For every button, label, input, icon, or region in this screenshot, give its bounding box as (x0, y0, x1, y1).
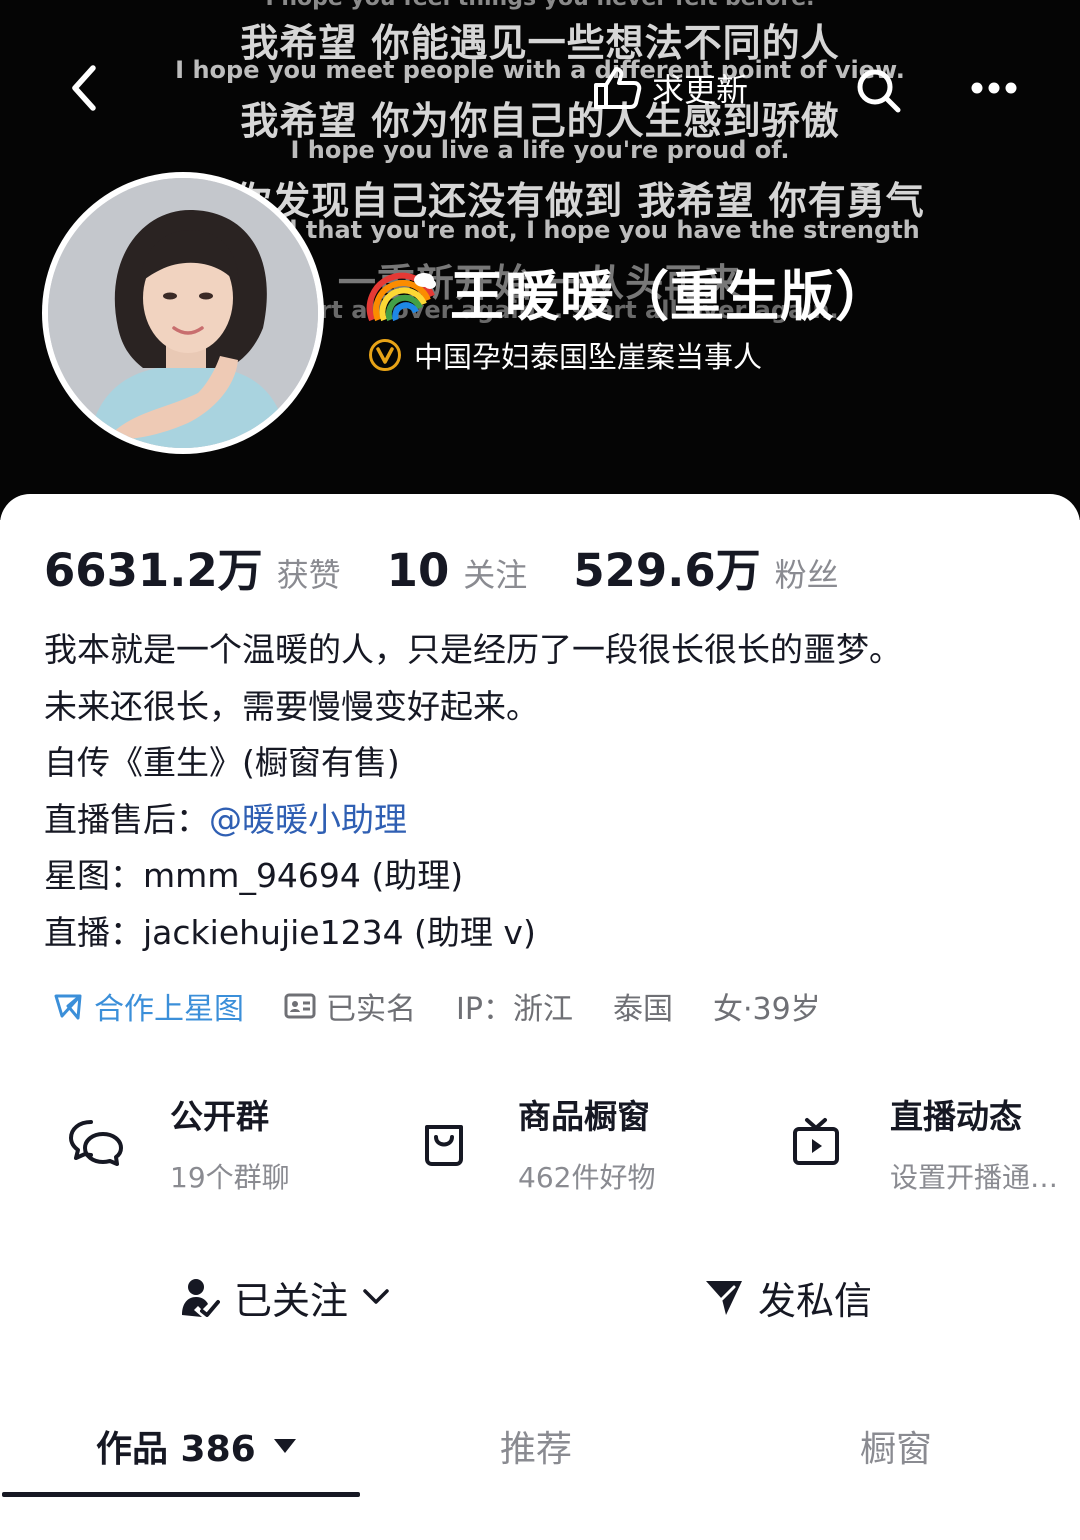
profile-bio: 我本就是一个温暖的人，只是经历了一段很长很长的噩梦。 未来还很长，需要慢慢变好起… (44, 622, 1054, 961)
more-dots-icon (971, 82, 1017, 94)
xingtu-cooperation-label: 合作上星图 (94, 992, 244, 1027)
tab-recommend[interactable]: 推荐 (500, 1406, 572, 1486)
likes-count[interactable]: 6631.2万 (44, 534, 263, 599)
bio-aftersales-label: 直播售后： (44, 799, 209, 839)
live-updates-subtitle: 设置开播通… (890, 1161, 1059, 1194)
public-group-entry[interactable]: 公开群 19个群聊 (66, 1090, 290, 1200)
id-card-icon (284, 993, 316, 1019)
profile-name: 王暖暖（重生版） (450, 265, 890, 328)
profile-name-row: 王暖暖（重生版） (366, 252, 890, 331)
send-message-button[interactable]: 发私信 (704, 1264, 872, 1330)
followers-count[interactable]: 529.6万 (573, 534, 760, 599)
verification-row: 中国孕妇泰国坠崖案当事人 (368, 334, 762, 376)
avatar-image (48, 178, 318, 448)
avatar[interactable] (42, 172, 324, 454)
assistant-mention-link[interactable]: @暖暖小助理 (209, 800, 407, 839)
public-group-title: 公开群 (170, 1097, 269, 1136)
product-showcase-entry[interactable]: 商品橱窗 462件好物 (414, 1090, 655, 1200)
chevron-down-icon (363, 1289, 389, 1304)
bio-line: 未来还很长，需要慢慢变好起来。 (44, 686, 539, 726)
profile-tags: 合作上星图 已实名 IP：浙江 泰国 女·39岁 (52, 984, 861, 1028)
search-button[interactable] (848, 60, 908, 120)
request-update-label: 求更新 (652, 71, 749, 109)
tab-works-label: 作品 386 (96, 1429, 256, 1470)
banner-text-line: I hope you meet people with a different … (175, 56, 905, 84)
bio-line: 直播售后：@暖暖小助理 (44, 792, 1054, 849)
send-arrow-icon (706, 1281, 742, 1315)
verification-text: 中国孕妇泰国坠崖案当事人 (414, 340, 763, 374)
ip-location-tag: IP：浙江 (456, 984, 573, 1028)
verified-v-icon (369, 339, 401, 371)
xingtu-star-icon (54, 994, 82, 1020)
realname-label: 已实名 (326, 992, 416, 1027)
search-icon (857, 69, 901, 113)
thumbs-up-icon (594, 67, 642, 109)
product-showcase-title: 商品橱窗 (518, 1097, 650, 1136)
xingtu-cooperation-tag[interactable]: 合作上星图 (52, 984, 244, 1028)
gender-age-label: 女·39岁 (712, 992, 821, 1027)
followed-button[interactable]: 已关注 (180, 1264, 390, 1330)
followers-label[interactable]: 粉丝 (775, 550, 839, 596)
bio-line: 星图：mmm_94694 (助理) (44, 856, 464, 895)
profile-stats: 6631.2万 获赞 10 关注 529.6万 粉丝 (44, 534, 839, 599)
tv-play-icon (793, 1118, 839, 1165)
following-count[interactable]: 10 (387, 544, 450, 597)
public-group-subtitle: 19个群聊 (170, 1161, 290, 1194)
followed-label: 已关注 (234, 1278, 349, 1323)
back-button[interactable] (56, 58, 112, 118)
shopping-bag-icon (425, 1125, 463, 1166)
request-update-button[interactable]: 求更新 (580, 60, 758, 116)
feature-entries: 公开群 19个群聊 商品橱窗 462件好物 直播动态 设置开播通… (0, 1090, 1080, 1200)
location-tag: 泰国 (613, 984, 673, 1028)
tab-showcase-label: 橱窗 (860, 1429, 933, 1470)
tab-recommend-label: 推荐 (500, 1429, 573, 1470)
ip-location-label: IP：浙江 (456, 992, 573, 1027)
caret-down-icon (273, 1439, 296, 1453)
profile-header-banner: I hope you feel things you never felt be… (0, 0, 1080, 520)
chevron-left-icon (72, 65, 96, 111)
banner-text-line: I hope you live a life you're proud of. (290, 136, 790, 164)
bio-line: 我本就是一个温暖的人，只是经历了一段很长很长的噩梦。 (44, 630, 902, 669)
following-label[interactable]: 关注 (463, 550, 527, 596)
more-options-button[interactable] (962, 62, 1026, 114)
banner-text-line: I hope you feel things you never felt be… (0, 0, 1080, 11)
tab-works[interactable]: 作品 386 (96, 1406, 298, 1486)
chat-bubbles-icon (69, 1120, 123, 1166)
profile-actions: 已关注 发私信 (0, 1264, 1080, 1330)
bio-line: 直播：jackiehujie1234 (助理 v) (44, 912, 536, 952)
realname-tag: 已实名 (284, 984, 416, 1028)
tab-showcase[interactable]: 橱窗 (860, 1406, 932, 1486)
location-label: 泰国 (612, 992, 673, 1027)
rainbow-icon (366, 272, 436, 321)
live-updates-entry[interactable]: 直播动态 设置开播通… (786, 1090, 1058, 1200)
profile-card: 6631.2万 获赞 10 关注 529.6万 粉丝 我本就是一个温暖的人，只是… (0, 494, 1080, 1540)
active-tab-indicator (2, 1492, 360, 1497)
gender-age-tag: 女·39岁 (713, 984, 821, 1028)
likes-label[interactable]: 获赞 (277, 550, 341, 596)
content-tabs: 作品 386 推荐 橱窗 (0, 1406, 1080, 1502)
bio-line: 自传《重生》(橱窗有售) (44, 743, 400, 782)
user-check-icon (182, 1279, 220, 1317)
product-showcase-subtitle: 462件好物 (518, 1161, 656, 1194)
send-message-label: 发私信 (758, 1278, 873, 1323)
live-updates-title: 直播动态 (890, 1097, 1022, 1136)
